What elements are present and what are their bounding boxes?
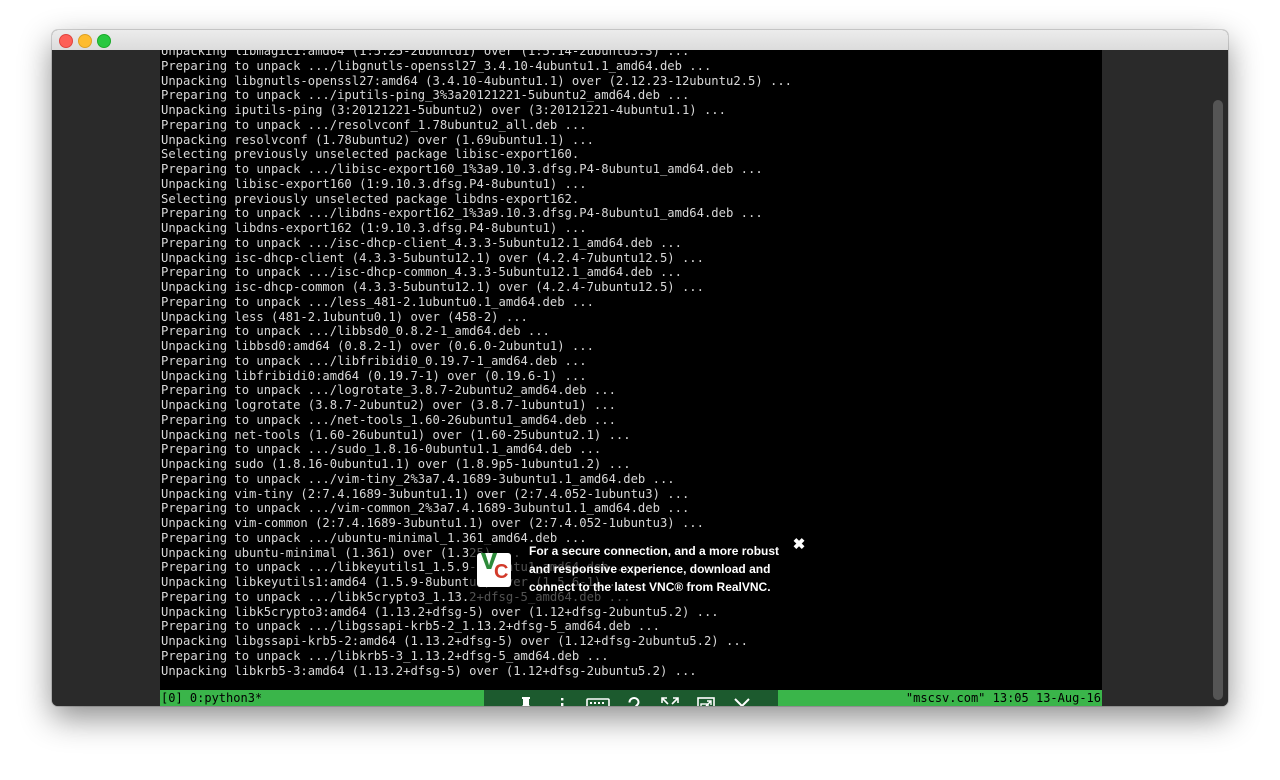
terminal-line: Unpacking net-tools (1.60-26ubuntu1) ove…	[161, 427, 631, 442]
terminal-line: Preparing to unpack .../libfribidi0_0.19…	[161, 353, 587, 368]
window-titlebar	[52, 30, 1228, 51]
scale-icon[interactable]	[694, 694, 718, 706]
terminal-line: Unpacking libdns-export162 (1:9.10.3.dfs…	[161, 221, 587, 235]
terminal-line: Unpacking vim-tiny (2:7.4.1689-3ubuntu1.…	[161, 486, 690, 501]
terminal-line: Unpacking libmagic1:amd64 (1:5.25-2ubunt…	[161, 50, 690, 58]
terminal-line: Unpacking sudo (1.8.16-0ubuntu1.1) over …	[161, 457, 631, 471]
terminal-line: Preparing to unpack .../libdns-export162…	[161, 206, 763, 221]
terminal-line: Unpacking vim-common (2:7.4.1689-3ubuntu…	[161, 516, 704, 530]
tmux-host-clock: "mscsv.com" 13:05 13-Aug-16	[905, 691, 1101, 705]
terminal-line: Preparing to unpack .../iputils-ping_3%3…	[161, 88, 690, 103]
terminal-line: Unpacking libkrb5-3:amd64 (1.13.2+dfsg-5…	[161, 663, 697, 678]
pin-icon[interactable]	[514, 694, 538, 706]
terminal-line: Preparing to unpack .../libgssapi-krb5-2…	[161, 619, 660, 634]
vnc-toolbar	[514, 692, 782, 706]
terminal-line: Preparing to unpack .../isc-dhcp-common_…	[161, 265, 682, 280]
terminal-line: Unpacking isc-dhcp-common (4.3.3-5ubuntu…	[161, 280, 704, 294]
terminal-line: Preparing to unpack .../sudo_1.8.16-0ubu…	[161, 442, 602, 457]
vnc-notice-text: For a secure connection, and a more robu…	[529, 544, 780, 594]
terminal-line: Preparing to unpack .../resolvconf_1.78u…	[161, 117, 587, 132]
terminal-line: Preparing to unpack .../vim-tiny_2%3a7.4…	[161, 471, 675, 486]
terminal-line: Unpacking less (481-2.1ubuntu0.1) over (…	[161, 309, 528, 324]
vnc-upgrade-notice: V C For a secure connection, and a more …	[468, 542, 798, 604]
terminal-line: Unpacking libbsd0:amd64 (0.8.2-1) over (…	[161, 339, 594, 353]
terminal-line: Preparing to unpack .../vim-common_2%3a7…	[161, 501, 690, 516]
help-icon[interactable]	[622, 694, 646, 706]
close-icon[interactable]: ✖	[790, 536, 808, 554]
terminal-line: Preparing to unpack .../less_481-2.1ubun…	[161, 294, 594, 309]
terminal-line: Preparing to unpack .../isc-dhcp-client_…	[161, 235, 682, 250]
close-window-button[interactable]	[59, 34, 73, 48]
terminal-line: Preparing to unpack .../libisc-export160…	[161, 162, 763, 176]
remote-desktop-viewport[interactable]: Unpacking libmagic1:amd64 (1:5.25-2ubunt…	[52, 50, 1228, 706]
maximize-window-button[interactable]	[97, 34, 111, 48]
terminal-line: Unpacking iputils-ping (3:20121221-5ubun…	[161, 103, 726, 117]
vnc-logo: V C	[477, 553, 511, 587]
vertical-scrollbar[interactable]	[1210, 96, 1226, 706]
terminal-line: Selecting previously unselected package …	[161, 191, 580, 206]
terminal-line: Unpacking libgnutls-openssl27:amd64 (3.4…	[161, 73, 793, 88]
terminal-line: Unpacking libisc-export160 (1:9.10.3.dfs…	[161, 176, 587, 191]
terminal-line: Unpacking libk5crypto3:amd64 (1.13.2+dfs…	[161, 604, 719, 619]
tmux-window-list[interactable]: [0] 0:python3*	[161, 690, 262, 706]
terminal[interactable]: Unpacking libmagic1:amd64 (1:5.25-2ubunt…	[160, 50, 1102, 706]
terminal-line: Preparing to unpack .../libgnutls-openss…	[161, 58, 712, 73]
terminal-line: Unpacking libfribidi0:amd64 (0.19.7-1) o…	[161, 368, 587, 383]
scrollbar-thumb[interactable]	[1213, 100, 1223, 700]
info-icon[interactable]	[550, 694, 574, 706]
terminal-line: Unpacking libgssapi-krb5-2:amd64 (1.13.2…	[161, 634, 748, 648]
disconnect-icon[interactable]	[730, 694, 754, 706]
terminal-line: Unpacking isc-dhcp-client (4.3.3-5ubuntu…	[161, 250, 704, 265]
terminal-line: Preparing to unpack .../net-tools_1.60-2…	[161, 412, 616, 427]
terminal-line: Unpacking resolvconf (1.78ubuntu2) over …	[161, 132, 594, 147]
terminal-line: Preparing to unpack .../libbsd0_0.8.2-1_…	[161, 324, 550, 339]
vnc-logo-c: C	[494, 561, 509, 583]
terminal-line: Preparing to unpack .../libkrb5-3_1.13.2…	[161, 648, 609, 663]
fullscreen-icon[interactable]	[658, 694, 682, 706]
minimize-window-button[interactable]	[78, 34, 92, 48]
terminal-line: Preparing to unpack .../logrotate_3.8.7-…	[161, 383, 616, 398]
terminal-line: Unpacking logrotate (3.8.7-2ubuntu2) ove…	[161, 398, 616, 412]
vnc-viewer-window: Unpacking libmagic1:amd64 (1:5.25-2ubunt…	[52, 30, 1228, 706]
terminal-line: Selecting previously unselected package …	[161, 147, 580, 162]
keyboard-icon[interactable]	[586, 694, 610, 706]
